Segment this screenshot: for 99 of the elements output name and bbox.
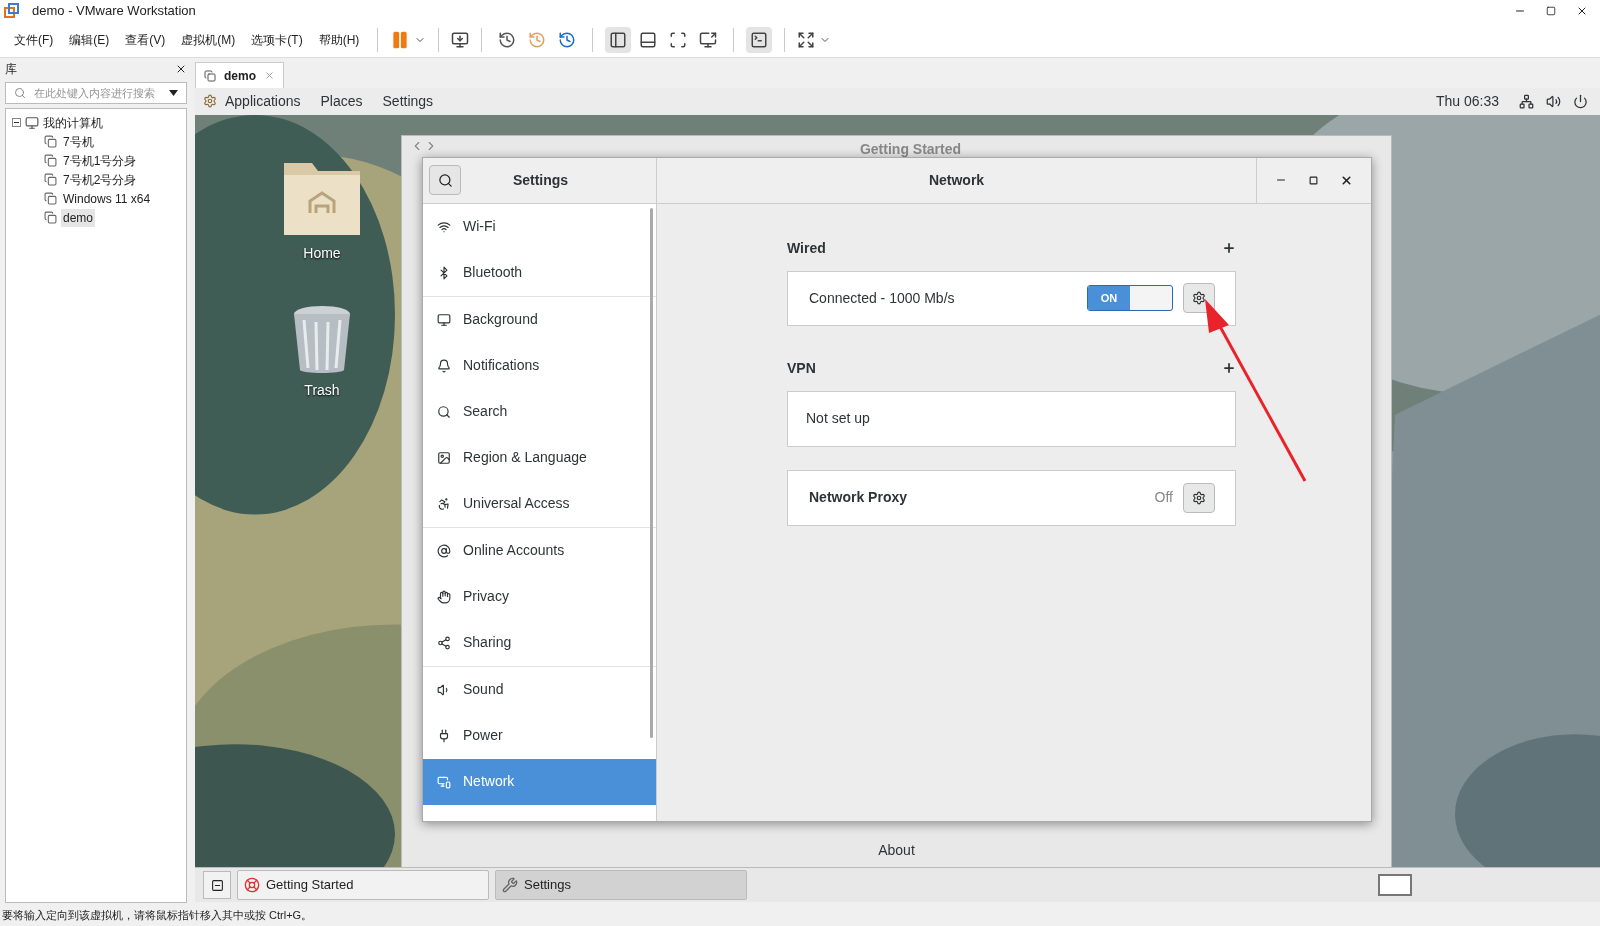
item-icon (437, 635, 451, 650)
add-icon[interactable] (1222, 241, 1236, 256)
proxy-value: Off (1154, 488, 1173, 508)
connection-status: Connected - 1000 Mb/s (809, 288, 956, 308)
dropdown-icon[interactable] (169, 90, 178, 96)
library-title: 库 (5, 61, 17, 78)
sidebar-toggle-icon[interactable] (605, 26, 632, 53)
tree-item[interactable]: 7号机1号分身 (61, 151, 139, 170)
proxy-label: Network Proxy (809, 488, 909, 508)
send-keys-icon[interactable] (451, 30, 470, 49)
item-icon (437, 219, 451, 234)
power-icon[interactable] (1573, 94, 1588, 109)
close-icon[interactable] (1340, 173, 1353, 187)
maximize-icon[interactable] (1309, 175, 1318, 185)
sidebar-title: Settings (511, 170, 570, 190)
item-icon (437, 358, 451, 373)
tree-item[interactable]: 7号机2号分身 (61, 170, 139, 189)
computer-icon (25, 115, 39, 130)
show-desktop-icon[interactable] (203, 871, 231, 899)
search-icon (14, 87, 26, 99)
settings-button[interactable] (1183, 482, 1215, 513)
gear-icon (1192, 490, 1206, 505)
item-icon (437, 450, 451, 465)
panel-bottom-icon[interactable] (639, 30, 658, 49)
vm-tab[interactable]: demo (195, 62, 284, 88)
item-icon (437, 543, 451, 558)
search-button[interactable] (429, 165, 461, 196)
status-text: 要将输入定向到该虚拟机，请将鼠标指针移入其中或按 Ctrl+G。 (2, 908, 313, 924)
vpn-status: Not set up (806, 409, 870, 429)
vm-icon (44, 211, 57, 224)
sidebar-item[interactable]: Bluetooth (423, 249, 656, 296)
volume-icon[interactable] (1546, 94, 1561, 109)
snapshot-manager-icon[interactable] (558, 30, 577, 49)
app-logo-icon (4, 3, 20, 19)
settings-button[interactable] (1183, 283, 1215, 314)
sidebar-item[interactable]: Notifications (423, 342, 656, 389)
vm-icon (44, 154, 57, 167)
sidebar-item[interactable]: Region & Language (423, 434, 656, 481)
network-icon[interactable] (1519, 94, 1534, 109)
tree-item[interactable]: 我的计算机 (43, 113, 103, 132)
close-icon[interactable] (175, 63, 187, 75)
item-icon (437, 774, 451, 789)
taskbar-button[interactable]: Settings (495, 870, 747, 900)
tree-item[interactable]: 7号机 (61, 132, 96, 151)
menu-item[interactable]: 虚拟机(M) (175, 30, 242, 49)
fullscreen-icon[interactable] (669, 30, 688, 49)
collapse-toggle[interactable] (12, 118, 21, 127)
page-title: Network (927, 170, 986, 190)
stretch-icon[interactable] (797, 30, 816, 49)
sidebar-item[interactable]: Online Accounts (423, 527, 656, 574)
vm-icon (44, 135, 57, 148)
applications-icon (203, 94, 217, 109)
window-title: Getting Started (858, 139, 963, 159)
top-bar-menu[interactable]: Applications (225, 91, 301, 112)
vm-icon (204, 69, 216, 82)
unity-icon[interactable] (699, 30, 718, 49)
sidebar-item[interactable]: Power (423, 712, 656, 759)
workspace-indicator-icon[interactable] (1378, 874, 1412, 896)
menu-item[interactable]: 选项卡(T) (245, 30, 309, 49)
sidebar-item[interactable]: Sound (423, 666, 656, 713)
add-icon[interactable] (1222, 361, 1236, 376)
sidebar-item[interactable]: Background (423, 296, 656, 343)
menu-item[interactable]: 查看(V) (119, 30, 172, 49)
top-bar-menu[interactable]: Places (320, 91, 363, 112)
section-title: VPN (787, 358, 816, 378)
sidebar-item[interactable]: Wi-Fi (423, 203, 656, 250)
lifebuoy-icon (244, 877, 260, 893)
search-field[interactable]: 在此处键入内容进行搜索 (5, 82, 187, 104)
menu-item[interactable]: 编辑(E) (63, 30, 116, 49)
sidebar-item[interactable]: Sharing (423, 619, 656, 666)
clock[interactable]: Thu 06:33 (1435, 91, 1499, 112)
item-icon (437, 496, 451, 511)
section-title: Wired (787, 238, 826, 258)
vm-icon (44, 173, 57, 186)
sidebar-item[interactable]: Search (423, 388, 656, 435)
desktop-icon-label: Home (303, 243, 341, 263)
sidebar-item[interactable]: Privacy (423, 573, 656, 620)
item-icon (437, 312, 451, 327)
item-icon (437, 404, 451, 419)
item-icon (437, 728, 451, 743)
tree-item[interactable]: Windows 11 x64 (61, 189, 153, 208)
menu-item[interactable]: 文件(F) (8, 30, 60, 49)
vm-icon (44, 192, 57, 205)
maximize-icon[interactable] (1546, 6, 1556, 16)
snapshot-icon[interactable] (498, 30, 517, 49)
item-icon (437, 589, 451, 604)
tree-item[interactable]: demo (61, 208, 96, 227)
top-bar-menu[interactable]: Settings (382, 91, 434, 112)
gear-icon (1192, 291, 1206, 306)
close-icon[interactable] (1576, 5, 1588, 17)
terminal-icon[interactable] (746, 26, 773, 53)
wrench-icon (502, 877, 518, 893)
taskbar-button[interactable]: Getting Started (237, 870, 489, 900)
search-icon (437, 172, 453, 188)
desktop-icon-label: Trash (304, 380, 340, 400)
window-title: demo - VMware Workstation (32, 2, 196, 21)
sidebar-item[interactable]: Universal Access (423, 480, 656, 527)
about-link[interactable]: About (878, 840, 915, 862)
menu-item[interactable]: 帮助(H) (312, 30, 366, 49)
